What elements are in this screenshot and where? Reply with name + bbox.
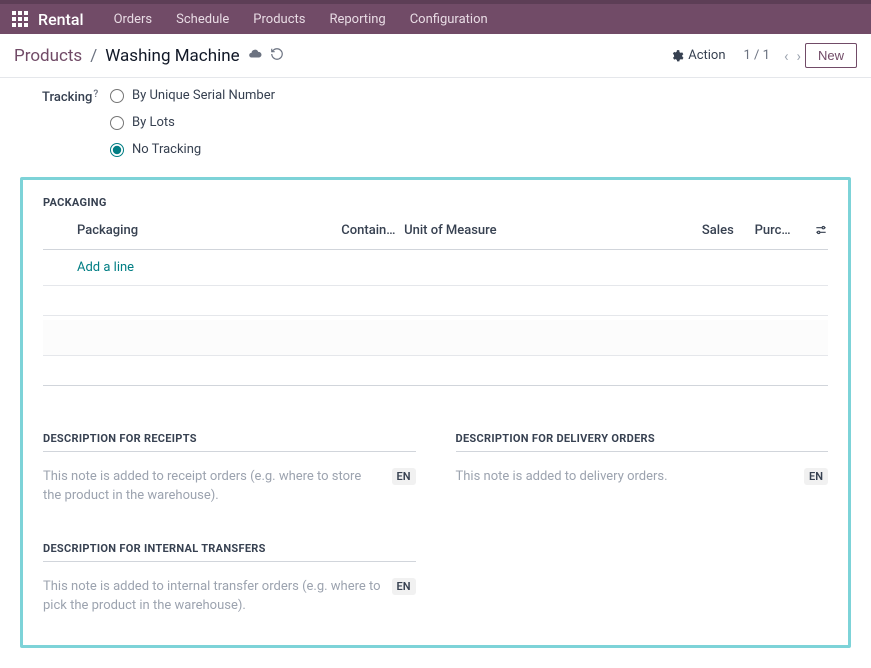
internal-desc-placeholder: This note is added to internal transfer … <box>43 578 382 616</box>
col-header-sales[interactable]: Sales <box>671 223 734 241</box>
breadcrumb-separator: / <box>90 46 97 66</box>
breadcrumb-products-link[interactable]: Products <box>14 46 82 66</box>
col-header-purchase[interactable]: Purc… <box>734 223 797 241</box>
tracking-field: Tracking? By Unique Serial Number By Lot… <box>20 88 851 157</box>
internal-desc-title: DESCRIPTION FOR INTERNAL TRANSFERS <box>43 542 416 555</box>
form-view: Tracking? By Unique Serial Number By Lot… <box>0 78 871 668</box>
pager-prev-icon[interactable]: ‹ <box>780 47 793 65</box>
breadcrumb: Products / Washing Machine <box>14 46 240 66</box>
action-dropdown[interactable]: Action <box>670 48 725 63</box>
help-tooltip-icon[interactable]: ? <box>93 89 98 100</box>
nav-configuration[interactable]: Configuration <box>398 12 500 27</box>
tracking-radio-serial[interactable] <box>110 89 124 103</box>
delivery-desc-field[interactable]: This note is added to delivery orders. E… <box>456 468 829 487</box>
col-header-uom[interactable]: Unit of Measure <box>404 223 671 241</box>
tracking-option-none[interactable]: No Tracking <box>110 142 275 157</box>
receipts-desc-field[interactable]: This note is added to receipt orders (e.… <box>43 468 416 506</box>
internal-desc-field[interactable]: This note is added to internal transfer … <box>43 578 416 616</box>
tracking-label: Tracking? <box>42 88 110 105</box>
gear-icon <box>670 49 684 63</box>
top-navbar: Rental Orders Schedule Products Reportin… <box>0 0 871 34</box>
descriptions-grid: DESCRIPTION FOR RECEIPTS This note is ad… <box>43 426 828 615</box>
packaging-footer-row <box>43 320 828 356</box>
tracking-radio-none-label: No Tracking <box>132 142 201 157</box>
descriptions-right-column: DESCRIPTION FOR DELIVERY ORDERS This not… <box>456 426 829 615</box>
descriptions-left-column: DESCRIPTION FOR RECEIPTS This note is ad… <box>43 426 416 615</box>
pager-counter[interactable]: 1 / 1 <box>744 48 770 63</box>
control-bar: Products / Washing Machine Action 1 / 1 … <box>0 34 871 78</box>
packaging-section-title: PACKAGING <box>43 196 828 209</box>
packaging-table-body: Add a line <box>43 250 828 286</box>
highlighted-section: PACKAGING Packaging Contain… Unit of Mea… <box>20 177 851 648</box>
delivery-lang-badge[interactable]: EN <box>804 468 828 485</box>
action-label: Action <box>688 48 725 63</box>
col-header-packaging[interactable]: Packaging <box>43 223 341 241</box>
tracking-radio-serial-label: By Unique Serial Number <box>132 88 275 103</box>
receipts-lang-badge[interactable]: EN <box>392 468 416 485</box>
col-header-optional-cols[interactable] <box>797 223 828 241</box>
tracking-radio-lots[interactable] <box>110 116 124 130</box>
discard-undo-icon[interactable] <box>270 47 284 65</box>
receipts-desc-placeholder: This note is added to receipt orders (e.… <box>43 468 382 506</box>
internal-lang-badge[interactable]: EN <box>392 578 416 595</box>
tracking-option-lots[interactable]: By Lots <box>110 115 275 130</box>
sliders-icon[interactable] <box>814 225 828 241</box>
packaging-bottom-rule <box>43 356 828 386</box>
tracking-option-serial[interactable]: By Unique Serial Number <box>110 88 275 103</box>
tracking-radio-lots-label: By Lots <box>132 115 175 130</box>
add-a-line-link[interactable]: Add a line <box>43 250 828 285</box>
nav-products[interactable]: Products <box>241 12 317 27</box>
new-button[interactable]: New <box>805 43 857 68</box>
packaging-table-header: Packaging Contain… Unit of Measure Sales… <box>43 215 828 250</box>
packaging-empty-row <box>43 286 828 316</box>
tracking-radio-none[interactable] <box>110 143 124 157</box>
save-cloud-icon[interactable] <box>248 47 262 65</box>
app-brand[interactable]: Rental <box>38 10 84 29</box>
apps-menu-icon[interactable] <box>12 11 28 27</box>
pager-next-icon[interactable]: › <box>792 47 805 65</box>
delivery-desc-title: DESCRIPTION FOR DELIVERY ORDERS <box>456 432 829 445</box>
col-header-contained[interactable]: Contain… <box>341 223 404 241</box>
nav-schedule[interactable]: Schedule <box>164 12 241 27</box>
breadcrumb-current: Washing Machine <box>105 46 239 66</box>
tracking-radio-group: By Unique Serial Number By Lots No Track… <box>110 88 275 157</box>
nav-orders[interactable]: Orders <box>102 12 165 27</box>
delivery-desc-placeholder: This note is added to delivery orders. <box>456 468 795 487</box>
receipts-desc-title: DESCRIPTION FOR RECEIPTS <box>43 432 416 445</box>
packaging-table: Packaging Contain… Unit of Measure Sales… <box>43 215 828 386</box>
nav-reporting[interactable]: Reporting <box>317 12 397 27</box>
